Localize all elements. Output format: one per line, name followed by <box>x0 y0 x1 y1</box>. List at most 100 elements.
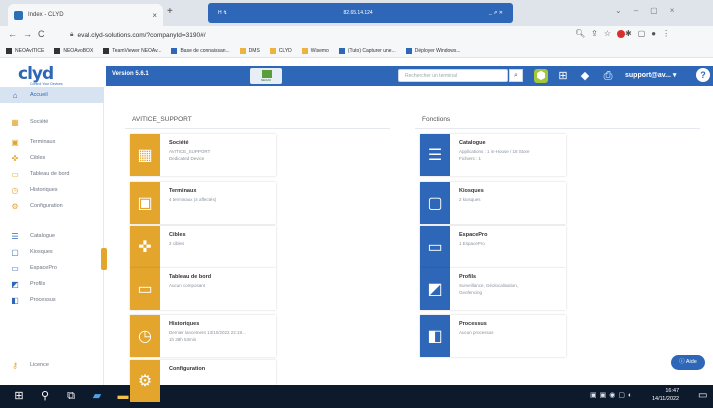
apple-icon[interactable]: ◆ <box>578 69 592 83</box>
extension-icon[interactable] <box>617 29 626 38</box>
card-title: Cibles <box>169 232 186 238</box>
search-icon[interactable]: ⚲ <box>38 389 52 403</box>
card-profils[interactable]: ◩ Profils Surveillance, Géolocalisation, Ge… <box>420 268 566 310</box>
key-icon: ⚷ <box>12 360 18 370</box>
task-view-icon[interactable]: ⧉ <box>64 389 78 403</box>
logo-text: clyd <box>18 64 54 84</box>
card-espacepro[interactable]: ▭ EspacePro 1 EspacePro <box>420 226 566 268</box>
notification-icon[interactable]: ▭ <box>698 390 707 401</box>
android-icon[interactable]: ⬢ <box>534 69 548 83</box>
menu-icon[interactable]: ⋮ <box>662 29 676 38</box>
sidebar-item-tableau-de-bord[interactable]: ▭ Tableau de bord <box>0 166 104 182</box>
user-menu[interactable]: support@av... ▾ <box>625 71 676 79</box>
bookmark-item[interactable]: CLYD <box>269 47 292 54</box>
file-explorer-icon[interactable]: ▬ <box>116 389 130 403</box>
print-icon[interactable]: ⎙ <box>601 69 615 83</box>
sidebar-item-historiques[interactable]: ◷ Historiques <box>0 182 104 198</box>
folder-icon: ▭ <box>11 263 19 273</box>
dashboard-icon: ▭ <box>130 268 160 310</box>
company-section-title: AVITICE_SUPPORT <box>132 116 192 123</box>
address-bar-icons[interactable]: 🔍︎⇪☆ ✱▢●⋮ <box>575 29 676 38</box>
sidebar-item-configuration[interactable]: ⚙ Configuration <box>0 198 104 214</box>
bookmark-item[interactable]: DMS <box>239 47 260 54</box>
bookmark-item[interactable]: Déployer Windows... <box>405 47 461 54</box>
profile-icon[interactable]: ● <box>651 29 662 38</box>
section-divider <box>415 128 700 129</box>
system-tray[interactable]: ▣▣◉▢◐ <box>590 391 635 399</box>
card-title: Historiques <box>169 321 200 327</box>
bookmark-item[interactable]: NEOAvoBOX <box>54 47 93 54</box>
bookmark-label: Déployer Windows... <box>414 47 461 54</box>
nav-buttons[interactable]: ←→C <box>8 29 51 39</box>
card-tableau-de-bord[interactable]: ▭ Tableau de bord Aucun composant <box>130 268 276 310</box>
window-controls[interactable]: ⌄–▢× <box>615 6 686 15</box>
bookmark-item[interactable]: (Tuto) Capturer une... <box>338 47 396 54</box>
sidebar-item-profils[interactable]: ◩ Profils <box>0 276 104 292</box>
card-subtitle: Geofencing <box>459 290 483 295</box>
card-subtitle: 1h 38h 53min <box>169 337 197 342</box>
card-title: EspacePro <box>459 232 488 238</box>
zoom-icon[interactable]: 🔍︎ <box>575 29 591 38</box>
sidebar-item-label: Accueil <box>30 92 48 98</box>
bookmark-item[interactable]: TeamViewer NEOAv... <box>103 47 161 54</box>
help-icon[interactable]: ? <box>696 68 710 82</box>
star-icon[interactable]: ☆ <box>604 29 617 38</box>
sidebar-item-label: Historiques <box>30 187 58 193</box>
sidebar-item-cibles[interactable]: ✜ Cibles <box>0 150 104 166</box>
store-icon[interactable]: ▰ <box>90 389 104 403</box>
sidebar-item-catalogue[interactable]: ☰ Catalogue <box>0 228 104 244</box>
aide-button[interactable]: ⓘ Aide <box>671 355 705 370</box>
card-soci-t[interactable]: ▦ Société AVITICE_SUPPORT Dedicated Device <box>130 134 276 176</box>
sidebar-item-label: Société <box>30 119 49 125</box>
browser-tab[interactable]: Index - CLYD × <box>8 4 163 26</box>
section-divider <box>125 128 390 129</box>
card-processus[interactable]: ◧ Processus Aucun processus <box>420 315 566 357</box>
sidebar-item-kiosques[interactable]: ▢ Kiosques <box>0 244 104 260</box>
terminal-icon: ▣ <box>130 182 160 224</box>
search-button[interactable]: ⌕ <box>509 69 523 82</box>
remote-session-bar: H ↯ 82.65.14.124 _ ⇗ ✕ <box>208 3 513 23</box>
puzzle-icon[interactable]: ✱ <box>625 29 638 38</box>
building-icon: ▦ <box>11 117 19 127</box>
bookmark-item[interactable]: NEOAvITICE <box>6 47 44 54</box>
close-tab-icon[interactable]: × <box>152 11 157 20</box>
sidebar-item-espacepro[interactable]: ▭ EspacePro <box>0 260 104 276</box>
sidebar-item-terminaux[interactable]: ▣ Terminaux <box>0 134 104 150</box>
card-title: Configuration <box>169 366 206 372</box>
bookmark-icon <box>301 47 308 54</box>
card-title: Profils <box>459 274 477 280</box>
bookmark-item[interactable]: Base de connaissan... <box>171 47 230 54</box>
clock-date: 14/11/2022 <box>652 396 680 402</box>
sidebar-item-license[interactable]: ⚷ Licence <box>0 357 104 373</box>
sidebar-item-label: Licence <box>30 362 49 368</box>
card-catalogue[interactable]: ☰ Catalogue Applications : 1 in-House / 18… <box>420 134 566 176</box>
url-field[interactable]: 🔒︎ eval.clyd-solutions.com/?companyId=31… <box>70 28 590 42</box>
bookmark-item[interactable]: Wisemo <box>301 47 329 54</box>
windows-icon[interactable]: ⊞ <box>556 69 570 83</box>
card-historiques[interactable]: ◷ Historiques Dernier lancement 13/10/2022… <box>130 315 276 357</box>
windows-start-icon[interactable]: ⊞ <box>12 389 26 403</box>
sidebar-icon[interactable]: ▢ <box>638 29 652 38</box>
catalog-icon: ☰ <box>11 231 19 241</box>
sidebar-item-label: EspacePro <box>30 265 57 271</box>
bookmark-icon <box>103 47 110 54</box>
profile-icon: ◩ <box>420 268 450 310</box>
card-terminaux[interactable]: ▣ Terminaux 4 terminaux (4 affectés) <box>130 182 276 224</box>
remote-bar-controls[interactable]: _ ⇗ ✕ <box>489 10 503 16</box>
brand-mark-icon <box>262 70 272 78</box>
taskbar-clock[interactable]: 16:47 14/11/2022 <box>652 387 679 403</box>
card-cibles[interactable]: ✜ Cibles 2 cibles <box>130 226 276 268</box>
sidebar-item-accueil[interactable]: ⌂ Accueil <box>0 87 104 103</box>
sidebar-item-label: Cibles <box>30 155 46 161</box>
card-kiosques[interactable]: ▢ Kiosques 2 kiosques <box>420 182 566 224</box>
terminal-search-input[interactable]: Rechercher un terminal <box>398 69 508 82</box>
sidebar-item-soci-t[interactable]: ▦ Société <box>0 114 104 130</box>
sidebar-item-label: Catalogue <box>30 233 56 239</box>
new-tab-button[interactable]: + <box>167 6 173 17</box>
sidebar-item-processus[interactable]: ◧ Processus <box>0 292 104 308</box>
share-icon[interactable]: ⇪ <box>591 29 604 38</box>
gear-icon: ⚙ <box>11 201 19 211</box>
card-configuration[interactable]: ⚙ Configuration <box>130 360 276 402</box>
card-title: Tableau de bord <box>169 274 212 280</box>
card-title: Terminaux <box>169 188 197 194</box>
